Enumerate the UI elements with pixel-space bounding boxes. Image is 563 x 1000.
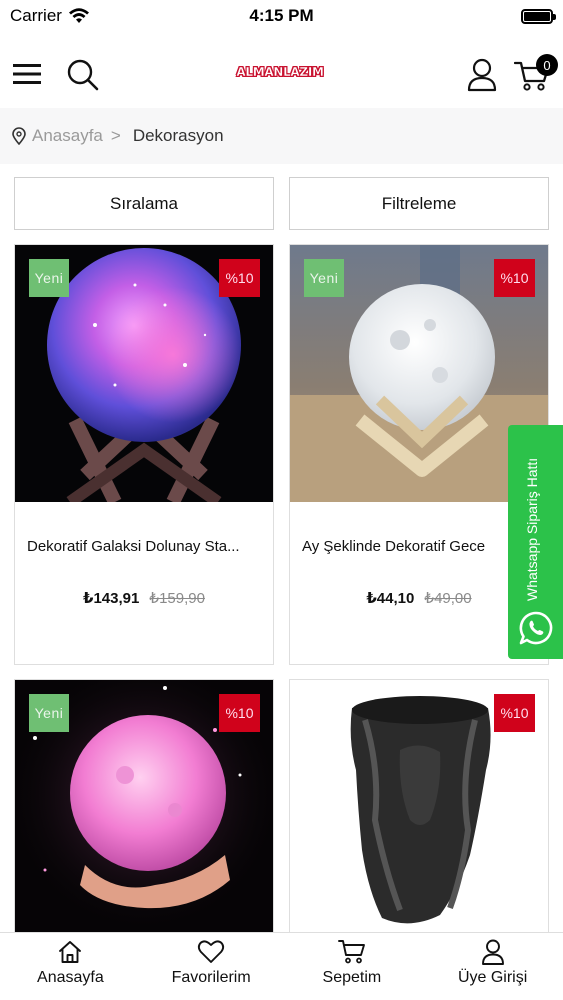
- status-bar: Carrier 4:15 PM: [0, 0, 563, 32]
- product-card[interactable]: Yeni %10: [14, 679, 274, 939]
- breadcrumb: Anasayfa > Dekorasyon: [0, 108, 563, 164]
- sort-button-label: Sıralama: [109, 193, 179, 213]
- heart-icon: [198, 940, 225, 963]
- cart-icon: [337, 940, 365, 964]
- user-icon[interactable]: [466, 58, 498, 92]
- product-image[interactable]: Yeni %10: [15, 245, 273, 502]
- tab-cart[interactable]: Sepetim: [282, 933, 423, 1000]
- whatsapp-order-button[interactable]: Whatsapp Sipariş Hattı: [508, 425, 563, 659]
- price-current: ₺143,91: [83, 590, 140, 607]
- search-icon[interactable]: [66, 58, 100, 92]
- brand-logo-text: ALMANLAZIM: [236, 65, 324, 79]
- product-title[interactable]: Ay Şeklinde Dekoratif Gece: [302, 538, 542, 555]
- cart-button[interactable]: 0: [514, 54, 558, 92]
- discount-badge: %10: [219, 694, 260, 732]
- cart-count-badge: 0: [536, 54, 558, 76]
- tab-login[interactable]: Üye Girişi: [422, 933, 563, 1000]
- carrier-label: Carrier: [10, 6, 62, 25]
- menu-icon[interactable]: [13, 62, 41, 86]
- new-badge: Yeni: [29, 259, 69, 297]
- tab-home-label: Anasayfa: [37, 969, 104, 986]
- location-pin-icon: [12, 127, 26, 145]
- discount-badge: %10: [494, 259, 535, 297]
- discount-badge: %10: [219, 259, 260, 297]
- battery-icon: [521, 8, 556, 24]
- breadcrumb-home-link[interactable]: Anasayfa: [32, 126, 103, 146]
- brand-logo[interactable]: ALMANLAZIM: [230, 62, 330, 82]
- sort-button[interactable]: Sıralama: [14, 177, 274, 230]
- new-badge: Yeni: [304, 259, 344, 297]
- breadcrumb-separator: >: [110, 126, 121, 145]
- discount-badge: %10: [494, 694, 535, 732]
- home-icon: [59, 941, 82, 963]
- new-badge: Yeni: [29, 694, 69, 732]
- whatsapp-label: Whatsapp Sipariş Hattı: [524, 457, 540, 601]
- app-header: ALMANLAZIM 0: [0, 40, 563, 108]
- filter-button[interactable]: Filtreleme: [289, 177, 549, 230]
- product-image[interactable]: Yeni %10: [15, 680, 273, 937]
- tab-cart-label: Sepetim: [322, 969, 382, 986]
- filter-button-label: Filtreleme: [381, 193, 457, 213]
- product-card[interactable]: %10: [289, 679, 549, 939]
- price-old: ₺159,90: [149, 590, 205, 607]
- product-image[interactable]: %10: [290, 680, 548, 937]
- tab-login-label: Üye Girişi: [457, 969, 528, 986]
- wifi-icon: [68, 8, 89, 23]
- price-old: ₺49,00: [424, 590, 472, 607]
- whatsapp-icon: [519, 611, 552, 645]
- product-title[interactable]: Dekoratif Galaksi Dolunay Sta...: [27, 538, 267, 555]
- tab-favorites[interactable]: Favorilerim: [141, 933, 282, 1000]
- status-left: Carrier: [10, 6, 90, 26]
- product-price: ₺143,91 ₺159,90: [15, 589, 273, 607]
- product-card[interactable]: Yeni %10 Dekoratif Galaksi Dolunay Sta..…: [14, 244, 274, 665]
- user-icon: [481, 939, 504, 965]
- tab-home[interactable]: Anasayfa: [0, 933, 141, 1000]
- bottom-tab-bar: Anasayfa Favorilerim Sepetim Üye Girişi: [0, 932, 563, 1000]
- breadcrumb-current: Dekorasyon: [132, 126, 224, 145]
- price-current: ₺44,10: [366, 590, 415, 607]
- tab-favorites-label: Favorilerim: [171, 969, 251, 986]
